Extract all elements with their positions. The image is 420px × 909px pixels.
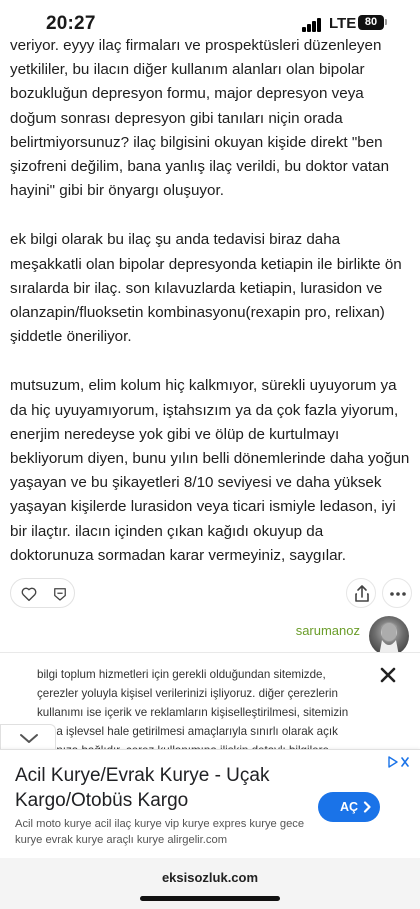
entry-paragraph: ek bilgi olarak bu ilaç şu anda tedavisi…	[10, 231, 402, 346]
ad-open-button[interactable]: AÇ	[318, 792, 380, 822]
share-button[interactable]	[346, 578, 376, 608]
ad-description: Acil moto kurye acil ilaç kurye vip kury…	[15, 818, 305, 846]
entry-content: veriyor. eyyy ilaç firmaları ve prospekt…	[10, 34, 410, 593]
entry-paragraph: mutsuzum, elim kolum hiç kalkmıyor, süre…	[10, 377, 410, 564]
heart-icon[interactable]	[20, 585, 38, 603]
battery-cap	[385, 19, 387, 25]
share-icon	[355, 585, 369, 602]
browser-url-bar[interactable]: eksisozluk.com	[0, 858, 420, 909]
cellular-signal-icon	[302, 18, 322, 32]
ad-banner[interactable]: Acil Kurye/Evrak Kurye - Uçak Kargo/Otob…	[0, 749, 420, 858]
url-text[interactable]: eksisozluk.com	[0, 870, 420, 885]
more-button[interactable]	[382, 578, 412, 608]
chevron-down-icon	[20, 734, 38, 743]
entry-paragraph: veriyor. eyyy ilaç firmaları ve prospekt…	[10, 37, 390, 200]
more-icon	[390, 592, 406, 596]
cookie-banner: bilgi toplum hizmetleri için gerekli old…	[0, 653, 420, 749]
dislike-icon[interactable]	[51, 585, 69, 603]
author-link[interactable]: sarumanoz	[296, 623, 360, 638]
avatar-image	[379, 622, 399, 656]
ad-button-label: AÇ	[340, 800, 359, 814]
home-indicator[interactable]	[140, 896, 280, 901]
close-icon[interactable]	[378, 665, 398, 685]
ad-choices-icon[interactable]	[387, 756, 411, 768]
chevron-right-icon	[363, 801, 371, 813]
network-type: LTE	[329, 15, 357, 32]
ad-title[interactable]: Acil Kurye/Evrak Kurye - Uçak Kargo/Otob…	[15, 763, 315, 813]
entry-actions	[10, 578, 412, 610]
battery-icon: 80	[358, 15, 384, 30]
vote-pill	[10, 578, 75, 608]
status-time: 20:27	[46, 13, 96, 34]
collapse-ad-button[interactable]	[0, 724, 56, 750]
avatar[interactable]	[369, 616, 409, 656]
cookie-text: bilgi toplum hizmetleri için gerekli old…	[37, 668, 349, 749]
